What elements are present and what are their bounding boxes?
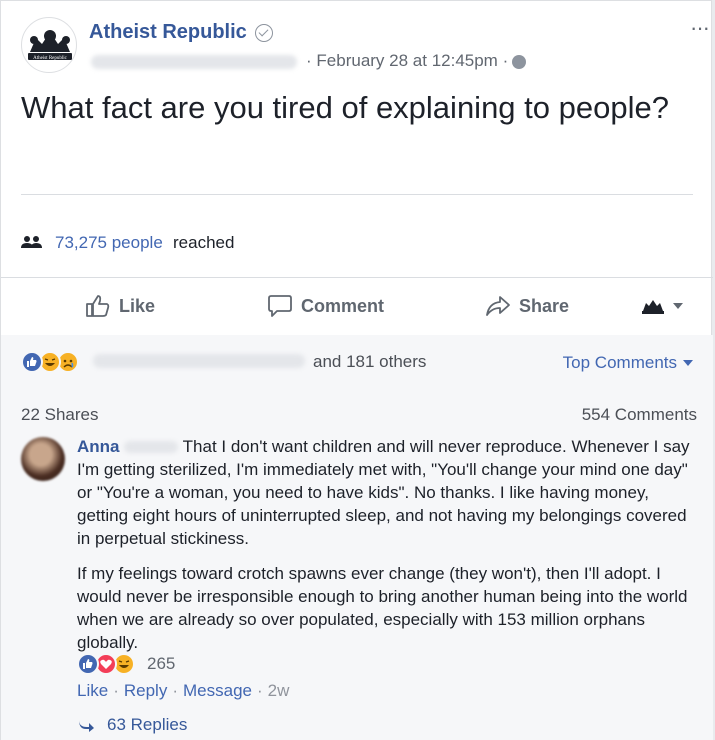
- thumbs-up-icon: [86, 295, 110, 317]
- stats-row: 22 Shares 554 Comments: [1, 391, 713, 431]
- comment-like-link[interactable]: Like: [77, 681, 108, 700]
- comment-paragraph-1: Anna That I don't want children and will…: [77, 435, 697, 550]
- reactions-others-link[interactable]: and 181 others: [313, 352, 426, 372]
- action-bar: Like Comment Share: [1, 277, 713, 335]
- more-options-icon[interactable]: ···: [690, 15, 710, 41]
- logo-lettering: Atheist Republic: [33, 56, 68, 61]
- verified-check-icon: [255, 24, 273, 42]
- comment-age[interactable]: 2w: [268, 681, 290, 700]
- chevron-down-icon: [683, 360, 693, 366]
- like-button[interactable]: Like: [85, 293, 155, 319]
- post-timestamp[interactable]: · February 28 at 12:45pm ·: [306, 51, 508, 71]
- replies-count: 63 Replies: [107, 715, 188, 734]
- date-separator-2: ·: [502, 51, 509, 70]
- comment-text-1: That I don't want children and will neve…: [77, 437, 690, 548]
- date-separator: ·: [306, 51, 312, 70]
- separator: ·: [172, 681, 178, 700]
- separator: ·: [113, 681, 119, 700]
- divider: [21, 194, 693, 195]
- post-date[interactable]: February 28 at 12:45pm: [316, 51, 497, 70]
- comment-button[interactable]: Comment: [267, 293, 384, 319]
- reach-label: reached: [173, 233, 235, 252]
- globe-icon: [512, 55, 526, 69]
- comments-count[interactable]: 554 Comments: [582, 405, 697, 425]
- reactions-row: and 181 others Top Comments: [1, 335, 713, 391]
- comment-reaction-count: 265: [147, 654, 176, 673]
- shares-count[interactable]: 22 Shares: [21, 405, 99, 425]
- page-avatar[interactable]: Atheist Republic: [21, 17, 77, 73]
- like-label: Like: [119, 295, 156, 316]
- comment-bubble-icon: [268, 295, 292, 317]
- atheist-republic-logo-icon: Atheist Republic: [28, 30, 72, 61]
- publisher-redacted: [91, 55, 297, 69]
- post-card: Atheist Republic Atheist Republic · Febr…: [0, 0, 713, 740]
- surname-redacted: [124, 441, 179, 453]
- comment-label: Comment: [301, 295, 385, 316]
- reply-arrow-icon: [79, 720, 94, 732]
- page-name-link[interactable]: Atheist Republic: [89, 21, 247, 44]
- comments-section: Anna That I don't want children and will…: [1, 431, 713, 740]
- commenter-name[interactable]: Anna: [77, 437, 120, 456]
- share-arrow-icon: [486, 296, 510, 316]
- top-comments-dropdown[interactable]: Top Comments: [563, 353, 693, 373]
- reach-count[interactable]: 73,275 people: [55, 233, 163, 253]
- reactors-redacted: [93, 354, 305, 368]
- comment-actions: Like · Reply · Message · 2w: [77, 681, 289, 701]
- share-button[interactable]: Share: [485, 293, 569, 319]
- share-label: Share: [519, 295, 570, 316]
- commenter-avatar[interactable]: [21, 437, 65, 481]
- comment-paragraph-2: If my feelings toward crotch spawns ever…: [77, 564, 688, 652]
- top-comments-label: Top Comments: [562, 353, 677, 372]
- comment-reply-link[interactable]: Reply: [124, 681, 167, 700]
- people-icon: [21, 236, 42, 248]
- post-header: Atheist Republic Atheist Republic · Febr…: [21, 15, 710, 85]
- chevron-down-icon: [673, 303, 683, 309]
- post-text: What fact are you tired of explaining to…: [21, 90, 669, 125]
- post-as-selector[interactable]: [641, 293, 683, 319]
- page-logo-small-icon: [642, 300, 664, 314]
- separator: ·: [256, 681, 263, 700]
- like-reaction-icon: [77, 653, 99, 675]
- view-replies-link[interactable]: 63 Replies: [77, 715, 187, 735]
- like-reaction-icon[interactable]: [21, 351, 43, 373]
- comment-message-link[interactable]: Message: [183, 681, 252, 700]
- comment-body: Anna That I don't want children and will…: [77, 435, 697, 666]
